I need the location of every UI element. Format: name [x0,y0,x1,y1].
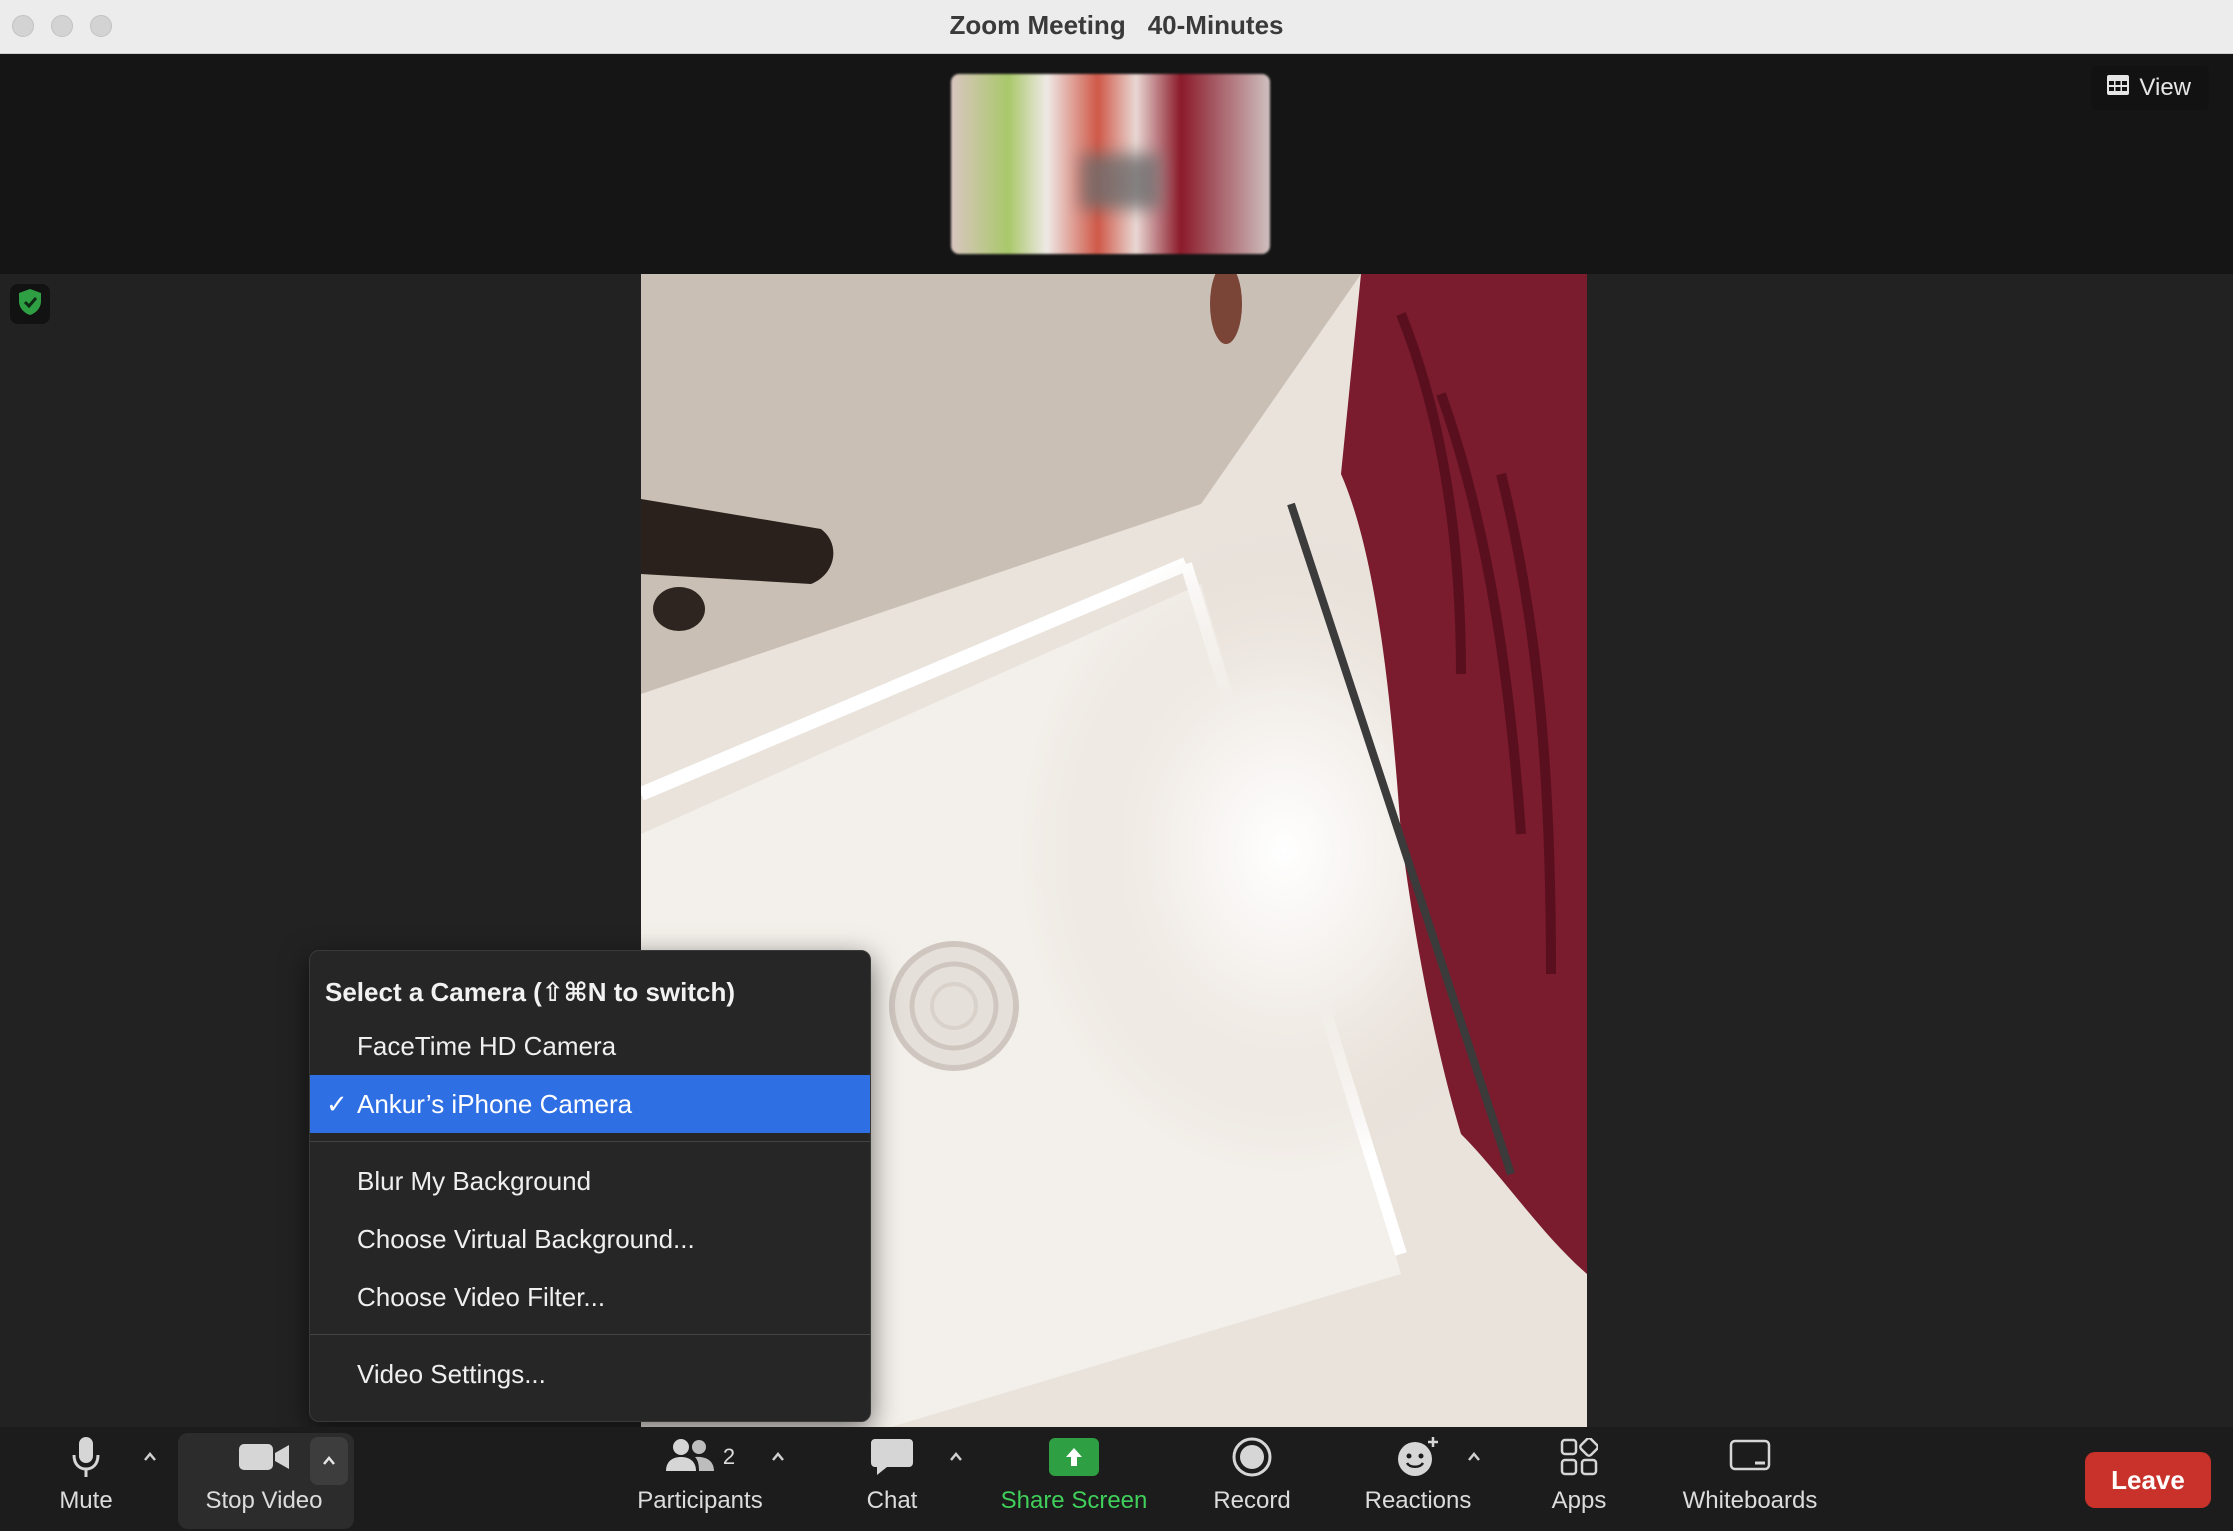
reactions-button[interactable]: Reactions [1360,1427,1476,1531]
camera-menu-header: Select a Camera (⇧⌘N to switch) [325,977,736,1007]
apps-button[interactable]: Apps [1548,1427,1610,1531]
window-title: Zoom Meeting 40-Minutes [0,10,2233,41]
blur-background-option[interactable]: Blur My Background [310,1152,870,1210]
window-title-text: Zoom Meeting [949,10,1126,40]
window-subtitle-text: 40-Minutes [1147,10,1284,40]
virtual-background-option[interactable]: Choose Virtual Background... [310,1210,870,1268]
video-filter-option[interactable]: Choose Video Filter... [310,1268,870,1326]
grid-icon [2107,74,2130,102]
participants-icon-group: 2 [665,1427,735,1487]
share-screen-icon-wrap [1049,1427,1099,1487]
whiteboard-icon [1729,1427,1771,1487]
view-label: View [2139,74,2191,101]
camera-option-iphone[interactable]: ✓ Ankur’s iPhone Camera [310,1075,870,1133]
camera-option-facetime[interactable]: FaceTime HD Camera [310,1017,870,1075]
camera-option-label: Ankur’s iPhone Camera [357,1089,633,1119]
smiley-plus-icon [1395,1427,1441,1487]
apps-label: Apps [1551,1487,1607,1514]
video-settings-option[interactable]: Video Settings... [310,1345,870,1403]
security-badge[interactable] [10,284,50,324]
video-options-caret[interactable] [310,1437,348,1485]
title-bar: Zoom Meeting 40-Minutes [0,0,2233,54]
menu-option-label: Blur My Background [357,1166,592,1196]
thumbnail-strip: View [0,54,2233,274]
whiteboards-label: Whiteboards [1682,1487,1818,1514]
menu-option-label: Choose Virtual Background... [357,1224,695,1254]
menu-divider [310,1141,870,1142]
mute-button[interactable]: Mute [50,1427,122,1531]
reactions-options-caret[interactable] [1466,1449,1482,1465]
mute-label: Mute [59,1487,113,1514]
meeting-toolbar: Mute Stop Video 2 Participants Chat Shar… [0,1427,2233,1531]
checkmark-icon: ✓ [326,1089,348,1119]
stop-video-label: Stop Video [205,1487,323,1514]
menu-divider [310,1334,870,1335]
participant-thumbnail[interactable] [951,74,1270,254]
menu-option-label: Video Settings... [357,1359,546,1389]
camera-option-label: FaceTime HD Camera [357,1031,617,1061]
microphone-icon [71,1427,101,1487]
participants-count: 2 [722,1444,736,1469]
leave-button[interactable]: Leave [2085,1452,2211,1508]
whiteboards-button[interactable]: Whiteboards [1676,1427,1824,1531]
record-icon [1232,1427,1272,1487]
camera-menu: Select a Camera (⇧⌘N to switch) FaceTime… [309,950,871,1422]
chat-options-caret[interactable] [948,1449,964,1465]
share-screen-button[interactable]: Share Screen [994,1427,1154,1531]
participants-label: Participants [637,1487,763,1514]
menu-option-label: Choose Video Filter... [357,1282,606,1312]
record-label: Record [1213,1487,1291,1514]
participants-button[interactable]: 2 Participants [628,1427,772,1531]
reactions-label: Reactions [1364,1487,1472,1514]
view-button[interactable]: View [2091,66,2209,110]
participants-icon [665,1437,715,1478]
video-camera-icon [239,1427,289,1487]
shield-check-icon [17,288,43,321]
audio-options-caret[interactable] [142,1449,158,1465]
chat-button[interactable]: Chat [856,1427,928,1531]
chat-label: Chat [866,1487,918,1514]
record-button[interactable]: Record [1208,1427,1296,1531]
share-screen-label: Share Screen [1000,1487,1148,1514]
share-screen-icon [1049,1438,1099,1476]
participants-options-caret[interactable] [770,1449,786,1465]
apps-icon [1560,1427,1598,1487]
chat-bubble-icon [871,1427,913,1487]
